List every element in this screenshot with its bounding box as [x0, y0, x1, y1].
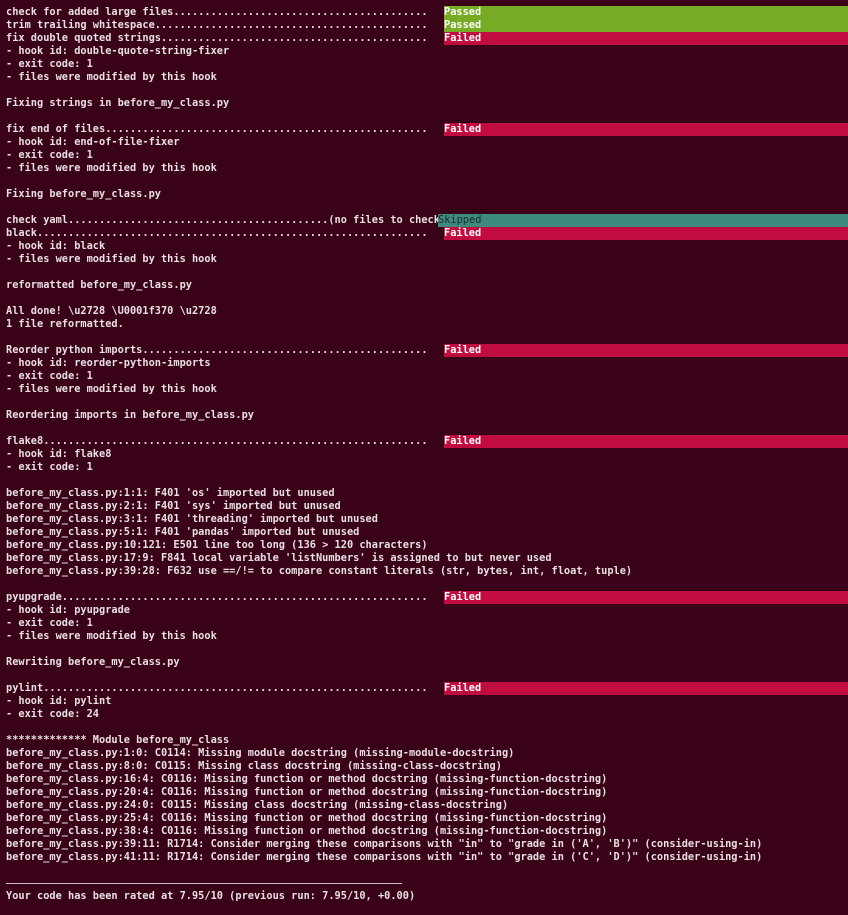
hook-detail-line: - exit code: 1	[6, 370, 93, 382]
hook-output-line: before_my_class.py:17:9: F841 local vari…	[6, 552, 552, 564]
status-badge-failed: Failed	[444, 435, 848, 448]
hook-detail-line: - files were modified by this hook	[6, 71, 217, 83]
hook-name: check yaml..............................…	[6, 214, 447, 226]
hook-detail-line: - hook id: black	[6, 240, 106, 252]
hook-detail-line: - hook id: double-quote-string-fixer	[6, 45, 230, 57]
hook-name: fix end of files........................…	[6, 123, 428, 135]
status-badge-failed: Failed	[444, 591, 848, 604]
hook-detail-line: - hook id: pyupgrade	[6, 604, 130, 616]
hook-output-line: before_my_class.py:39:28: F632 use ==/!=…	[6, 565, 633, 577]
rule-bar	[6, 883, 402, 884]
hook-output-line: before_my_class.py:24:0: C0115: Missing …	[6, 799, 509, 811]
hook-status-line: fix end of files........................…	[0, 123, 848, 136]
hook-output-line: Fixing strings in before_my_class.py	[6, 97, 230, 109]
hook-detail-line: - exit code: 24	[6, 708, 99, 720]
hook-status-line: fix double quoted strings...............…	[0, 32, 848, 45]
hook-name: check for added large files.............…	[6, 6, 428, 18]
hook-name: pylint..................................…	[6, 682, 428, 694]
hook-detail-line: - hook id: reorder-python-imports	[6, 357, 211, 369]
hook-output-line: before_my_class.py:5:1: F401 'pandas' im…	[6, 526, 360, 538]
hook-status-line: flake8..................................…	[0, 435, 848, 448]
hook-detail-line: - hook id: flake8	[6, 448, 112, 460]
hook-output-line: before_my_class.py:3:1: F401 'threading'…	[6, 513, 378, 525]
hook-output-line: All done! \u2728 \U0001f370 \u2728	[6, 305, 217, 317]
hook-output-line: reformatted before_my_class.py	[6, 279, 192, 291]
hook-name: flake8..................................…	[6, 435, 428, 447]
hook-output-line: Rewriting before_my_class.py	[6, 656, 180, 668]
hook-detail-line: - files were modified by this hook	[6, 630, 217, 642]
hook-name: fix double quoted strings...............…	[6, 32, 428, 44]
hook-output-line: before_my_class.py:25:4: C0116: Missing …	[6, 812, 608, 824]
status-badge-passed: Passed	[444, 19, 848, 32]
hook-status-line: Reorder python imports..................…	[0, 344, 848, 357]
hook-output-line: before_my_class.py:10:121: E501 line too…	[6, 539, 428, 551]
rating-line: Your code has been rated at 7.95/10 (pre…	[6, 890, 416, 902]
hook-status-line: trim trailing whitespace................…	[0, 19, 848, 32]
hook-detail-line: - hook id: end-of-file-fixer	[6, 136, 180, 148]
hook-name: pyupgrade...............................…	[6, 591, 428, 603]
hook-output-line: before_my_class.py:1:1: F401 'os' import…	[6, 487, 335, 499]
horizontal-rule	[0, 877, 848, 890]
hook-status-line: check yaml..............................…	[0, 214, 848, 227]
status-badge-failed: Failed	[444, 32, 848, 45]
hook-output-line: before_my_class.py:16:4: C0116: Missing …	[6, 773, 608, 785]
hook-output-line: before_my_class.py:8:0: C0115: Missing c…	[6, 760, 502, 772]
hook-output-line: ************* Module before_my_class	[6, 734, 230, 746]
hook-name: black...................................…	[6, 227, 428, 239]
hook-output-line: before_my_class.py:2:1: F401 'sys' impor…	[6, 500, 341, 512]
hook-name: trim trailing whitespace................…	[6, 19, 428, 31]
hook-status-line: black...................................…	[0, 227, 848, 240]
status-badge-failed: Failed	[444, 682, 848, 695]
hook-output-line: Fixing before_my_class.py	[6, 188, 161, 200]
hook-output-line: Reordering imports in before_my_class.py	[6, 409, 254, 421]
hook-status-line: pylint..................................…	[0, 682, 848, 695]
terminal-output[interactable]: check for added large files.............…	[0, 0, 848, 915]
status-badge-skipped: Skipped	[438, 214, 848, 227]
status-badge-passed: Passed	[444, 6, 848, 19]
hook-output-line: before_my_class.py:41:11: R1714: Conside…	[6, 851, 763, 863]
status-badge-failed: Failed	[444, 123, 848, 136]
status-badge-failed: Failed	[444, 227, 848, 240]
hook-name: Reorder python imports..................…	[6, 344, 428, 356]
hook-detail-line: - hook id: pylint	[6, 695, 112, 707]
status-badge-failed: Failed	[444, 344, 848, 357]
hook-output-line: before_my_class.py:38:4: C0116: Missing …	[6, 825, 608, 837]
hook-detail-line: - files were modified by this hook	[6, 253, 217, 265]
hook-detail-line: - exit code: 1	[6, 461, 93, 473]
hook-status-line: pyupgrade...............................…	[0, 591, 848, 604]
hook-detail-line: - exit code: 1	[6, 617, 93, 629]
hook-output-line: before_my_class.py:39:11: R1714: Conside…	[6, 838, 763, 850]
hook-output-line: before_my_class.py:20:4: C0116: Missing …	[6, 786, 608, 798]
hook-status-line: check for added large files.............…	[0, 6, 848, 19]
hook-output-line: 1 file reformatted.	[6, 318, 124, 330]
hook-detail-line: - exit code: 1	[6, 149, 93, 161]
hook-detail-line: - files were modified by this hook	[6, 162, 217, 174]
hook-detail-line: - exit code: 1	[6, 58, 93, 70]
hook-detail-line: - files were modified by this hook	[6, 383, 217, 395]
hook-output-line: before_my_class.py:1:0: C0114: Missing m…	[6, 747, 515, 759]
